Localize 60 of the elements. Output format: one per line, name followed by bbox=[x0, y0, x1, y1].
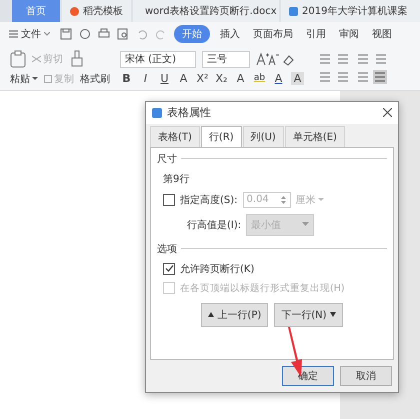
spinner-arrows-icon[interactable] bbox=[280, 194, 287, 206]
dropdown-arrow-icon bbox=[302, 222, 310, 228]
dialog-tab[interactable]: 行(R) bbox=[200, 126, 242, 148]
format-painter-button[interactable]: 格式刷 bbox=[80, 72, 110, 86]
format-button[interactable]: A bbox=[291, 72, 304, 84]
dialog-title: 表格属性 bbox=[167, 105, 212, 120]
format-button[interactable]: B bbox=[120, 72, 133, 84]
brush-icon[interactable] bbox=[69, 50, 85, 68]
dialog-tab[interactable]: 表格(T) bbox=[150, 126, 200, 147]
preview-icon[interactable] bbox=[117, 28, 129, 40]
close-icon[interactable] bbox=[383, 108, 392, 118]
ribbon-tab[interactable]: 引用 bbox=[303, 26, 329, 42]
chevron-down-icon bbox=[44, 32, 50, 36]
format-button[interactable]: I bbox=[139, 72, 152, 84]
format-button[interactable]: A bbox=[272, 72, 285, 84]
clipboard-icon[interactable] bbox=[10, 50, 26, 68]
dialog-tab[interactable]: 列(U) bbox=[242, 126, 284, 147]
height-label: 指定高度(S): bbox=[180, 194, 238, 207]
file-menu[interactable]: 文件 bbox=[6, 26, 53, 42]
dialog-button[interactable]: 取消 bbox=[340, 366, 392, 386]
row-number-label: 第9行 bbox=[162, 172, 190, 186]
format-button[interactable]: A bbox=[234, 72, 247, 84]
ribbon-tab[interactable]: 插入 bbox=[217, 26, 243, 42]
format-button[interactable]: U bbox=[158, 72, 171, 84]
menu-icon bbox=[9, 30, 18, 38]
format-button[interactable]: X² bbox=[196, 72, 209, 84]
document-icon bbox=[289, 6, 298, 16]
format-button[interactable]: ab bbox=[253, 73, 266, 83]
next-row-button[interactable]: 下一行(N) bbox=[274, 302, 343, 327]
group-title: 尺寸 bbox=[157, 152, 177, 166]
print-icon[interactable] bbox=[98, 28, 110, 40]
scissors-icon bbox=[32, 54, 41, 62]
document-tab[interactable]: 2019年大学计算机课案 bbox=[281, 0, 420, 22]
option-label: 允许跨页断行(K) bbox=[180, 262, 254, 276]
font-size-select[interactable]: 三号 bbox=[202, 50, 250, 68]
up-triangle-icon bbox=[208, 312, 214, 318]
caret-icon bbox=[32, 76, 38, 80]
checkbox[interactable] bbox=[163, 262, 175, 275]
document-tab[interactable]: word表格设置跨页断行.docx bbox=[133, 0, 279, 22]
ribbon-tab[interactable]: 页面布局 bbox=[250, 26, 296, 42]
format-button[interactable]: A bbox=[177, 72, 190, 84]
save-icon[interactable] bbox=[60, 28, 72, 40]
group-title: 选项 bbox=[157, 242, 177, 256]
app-logo-icon bbox=[152, 108, 162, 118]
grow-font-icon[interactable] bbox=[256, 52, 296, 66]
row-height-rule-label: 行高值是(I): bbox=[187, 218, 242, 232]
previous-row-button[interactable]: 上一行(P) bbox=[201, 302, 268, 327]
option-label: 在各页顶端以标题行形式重复出现(H) bbox=[180, 282, 345, 295]
caret-icon bbox=[318, 198, 324, 202]
document-tab[interactable]: 稻壳模板 bbox=[62, 0, 131, 22]
format-button[interactable]: X₂ bbox=[215, 72, 228, 84]
copy-icon bbox=[44, 74, 52, 82]
down-triangle-icon bbox=[330, 312, 336, 318]
ribbon-tab[interactable]: 审阅 bbox=[336, 26, 362, 42]
font-select[interactable]: 宋体 (正文) bbox=[120, 50, 196, 68]
dialog-tab[interactable]: 单元格(E) bbox=[284, 126, 345, 147]
paste-button[interactable]: 粘贴 bbox=[10, 72, 38, 86]
ribbon-tab[interactable]: 视图 bbox=[369, 26, 395, 42]
ribbon-tab[interactable]: 开始 bbox=[174, 24, 210, 42]
checkbox[interactable] bbox=[163, 194, 175, 206]
